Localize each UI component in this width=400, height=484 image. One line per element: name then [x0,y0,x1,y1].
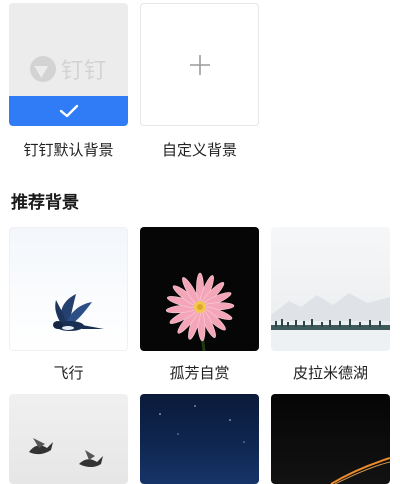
selected-indicator [9,96,128,126]
background-tile-night-sky[interactable] [140,394,259,484]
background-tile-birds[interactable] [9,394,128,484]
background-tile-night-road[interactable] [271,394,390,484]
custom-background-label: 自定义背景 [161,141,237,159]
magpie-image [53,294,104,331]
background-tile-flying[interactable] [9,227,128,351]
lake-landscape-image [271,293,390,351]
background-label-flying: 飞行 [53,364,84,382]
default-background-tile[interactable]: 钉钉 [9,3,128,126]
recommended-section-title: 推荐背景 [11,193,79,213]
background-tile-flower[interactable] [140,227,259,351]
dingtalk-logo-icon [29,56,56,82]
night-sky-image [159,405,245,443]
dingtalk-logo-text: 钉钉 [60,59,107,84]
custom-background-tile[interactable] [140,3,259,126]
dingtalk-logo: 钉钉 [9,53,128,85]
background-tile-lake[interactable] [271,227,390,351]
checkmark-icon [59,104,78,118]
background-label-flower: 孤芳自赏 [169,364,230,382]
night-road-image [330,457,390,484]
default-background-label: 钉钉默认背景 [23,141,114,159]
birds-image [29,438,103,467]
background-label-lake: 皮拉米德湖 [292,364,368,382]
plus-icon [189,54,210,75]
flower-image [165,272,235,351]
